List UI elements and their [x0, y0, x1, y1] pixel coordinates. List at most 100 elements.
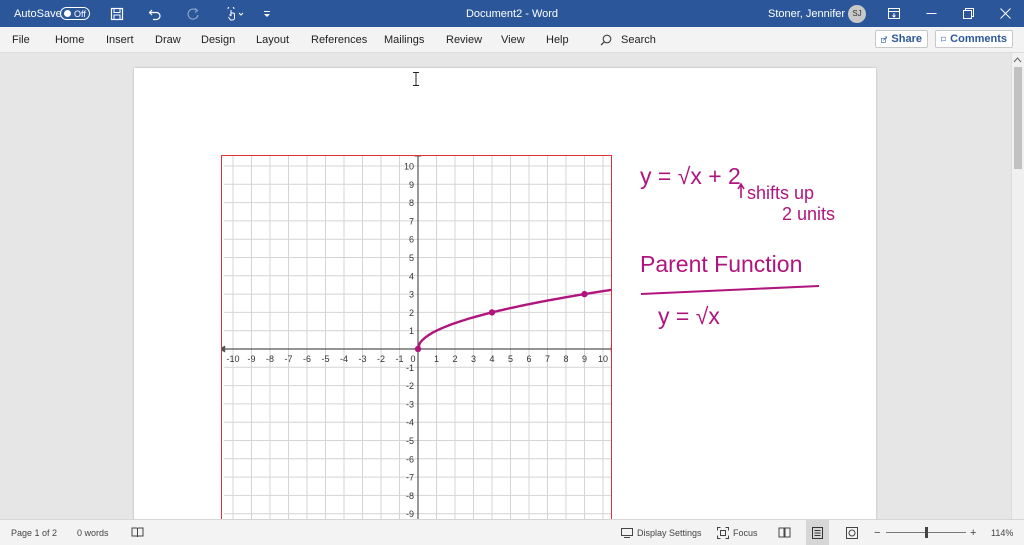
zoom-slider[interactable] [886, 520, 966, 545]
redo-icon[interactable] [186, 0, 200, 27]
monitor-icon [621, 528, 633, 538]
x-tick-label: 3 [471, 354, 476, 364]
document-page[interactable]: -10-9-8-7-6-5-4-3-2-10123456789101098765… [134, 68, 876, 519]
shift-arrow-icon [738, 184, 744, 198]
x-tick-label: 9 [582, 354, 587, 364]
tab-references[interactable]: References [311, 27, 367, 52]
search-label: Search [621, 34, 656, 46]
equation-parent: y = √x [658, 303, 720, 329]
scrollbar-thumb[interactable] [1014, 67, 1022, 169]
y-tick-label: 4 [409, 271, 414, 281]
tab-view[interactable]: View [501, 27, 525, 52]
avatar-wrap[interactable]: SJ [848, 0, 866, 27]
x-tick-label: 8 [563, 354, 568, 364]
page-count[interactable]: Page 1 of 2 [11, 520, 57, 545]
x-tick-label: -7 [284, 354, 292, 364]
vertical-scrollbar[interactable] [1011, 53, 1024, 519]
x-tick-label: 6 [526, 354, 531, 364]
tab-design[interactable]: Design [201, 27, 235, 52]
restore-icon[interactable] [963, 0, 974, 27]
x-tick-label: -10 [226, 354, 239, 364]
y-tick-label: 10 [404, 162, 414, 172]
autosave-label: AutoSave [14, 0, 62, 27]
zoom-thumb[interactable] [925, 527, 928, 538]
display-settings-button[interactable]: Display Settings [621, 520, 702, 545]
focus-button[interactable]: Focus [717, 520, 758, 545]
comments-label: Comments [950, 33, 1007, 45]
y-axis-arrow-top [415, 156, 422, 157]
curve-point [415, 346, 421, 352]
avatar[interactable]: SJ [848, 5, 866, 23]
graph-image[interactable]: -10-9-8-7-6-5-4-3-2-10123456789101098765… [221, 155, 612, 519]
close-icon[interactable] [1000, 0, 1011, 27]
curve-point [489, 309, 495, 315]
customize-toolbar-icon[interactable] [262, 0, 272, 27]
x-tick-label: -2 [377, 354, 385, 364]
note-line-1: shifts up [747, 183, 814, 203]
status-bar: Page 1 of 2 0 words Display Settings Foc… [0, 519, 1024, 545]
y-tick-label: -2 [406, 381, 414, 391]
tab-layout[interactable]: Layout [256, 27, 289, 52]
save-icon[interactable] [110, 0, 124, 27]
x-tick-label: 7 [545, 354, 550, 364]
tab-insert[interactable]: Insert [106, 27, 134, 52]
tab-file[interactable]: File [12, 27, 30, 52]
tab-mailings[interactable]: Mailings [384, 27, 424, 52]
minimize-icon[interactable] [926, 0, 937, 27]
zoom-in-icon[interactable]: + [970, 520, 976, 545]
search-box[interactable]: Search [600, 27, 656, 52]
heading-underline [641, 286, 819, 294]
y-tick-label: 9 [409, 180, 414, 190]
share-button[interactable]: Share [875, 30, 928, 48]
proofing-icon[interactable] [131, 520, 144, 545]
ribbon-display-options-icon[interactable] [888, 0, 900, 27]
share-label: Share [891, 33, 922, 45]
y-tick-label: -3 [406, 399, 414, 409]
y-tick-label: 6 [409, 235, 414, 245]
focus-label: Focus [733, 528, 758, 538]
x-tick-label: 2 [452, 354, 457, 364]
autosave-toggle-wrap[interactable]: Off [60, 0, 90, 27]
user-name[interactable]: Stoner, Jennifer L [768, 0, 854, 27]
handwritten-notes: y = √x + 2 shifts up 2 units Parent Func… [614, 136, 864, 336]
y-tick-label: -4 [406, 418, 414, 428]
web-layout-icon[interactable] [846, 520, 858, 545]
toggle-knob-icon [64, 10, 71, 17]
tab-home[interactable]: Home [55, 27, 84, 52]
equation-transformed: y = √x + 2 [640, 163, 741, 189]
y-tick-label: -5 [406, 436, 414, 446]
zoom-out-icon[interactable]: − [874, 520, 880, 545]
search-icon [600, 34, 612, 46]
sqrt-curve [418, 288, 611, 349]
tab-help[interactable]: Help [546, 27, 569, 52]
y-tick-label: -8 [406, 491, 414, 501]
document-title: Document2 - Word [430, 0, 594, 27]
share-icon [881, 34, 887, 45]
autosave-toggle[interactable]: Off [60, 7, 90, 20]
touch-mode-icon[interactable] [224, 0, 246, 27]
word-count[interactable]: 0 words [77, 520, 109, 545]
x-tick-label: -3 [358, 354, 366, 364]
tab-draw[interactable]: Draw [155, 27, 181, 52]
undo-icon[interactable] [148, 0, 162, 27]
y-tick-label: 5 [409, 253, 414, 263]
document-workspace[interactable]: -10-9-8-7-6-5-4-3-2-10123456789101098765… [0, 53, 1011, 519]
scroll-up-icon[interactable] [1012, 55, 1023, 65]
ribbon-tabs: File Home Insert Draw Design Layout Refe… [0, 27, 1024, 53]
autosave-state: Off [74, 9, 86, 19]
text-cursor-icon [412, 72, 420, 86]
x-tick-label: 1 [434, 354, 439, 364]
y-tick-label: 3 [409, 290, 414, 300]
note-line-2: 2 units [782, 204, 835, 224]
x-tick-label: -6 [303, 354, 311, 364]
print-layout-button[interactable] [806, 520, 829, 545]
x-tick-label: 10 [598, 354, 608, 364]
tab-review[interactable]: Review [446, 27, 482, 52]
comment-icon [941, 34, 946, 45]
y-tick-label: -9 [406, 509, 414, 519]
x-tick-label: -4 [340, 354, 348, 364]
read-mode-icon[interactable] [778, 520, 791, 545]
zoom-level[interactable]: 114% [991, 520, 1013, 545]
y-tick-label: -1 [406, 363, 414, 373]
comments-button[interactable]: Comments [935, 30, 1013, 48]
